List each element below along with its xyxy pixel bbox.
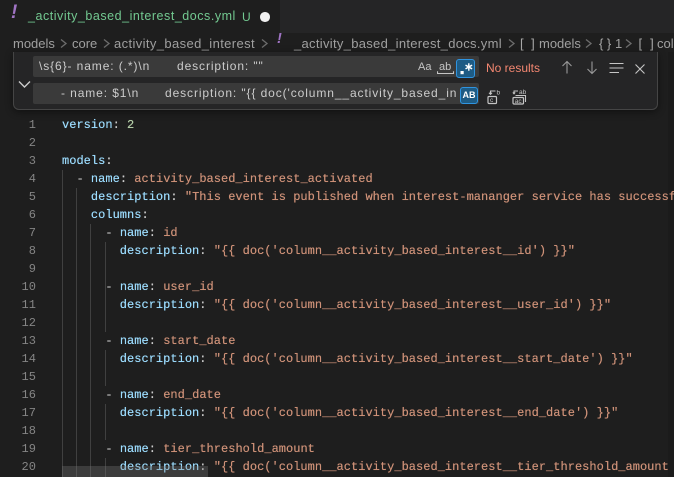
svg-text:ab: ab bbox=[519, 89, 527, 96]
svg-text:b: b bbox=[497, 90, 501, 97]
svg-text:ac: ac bbox=[515, 98, 523, 105]
